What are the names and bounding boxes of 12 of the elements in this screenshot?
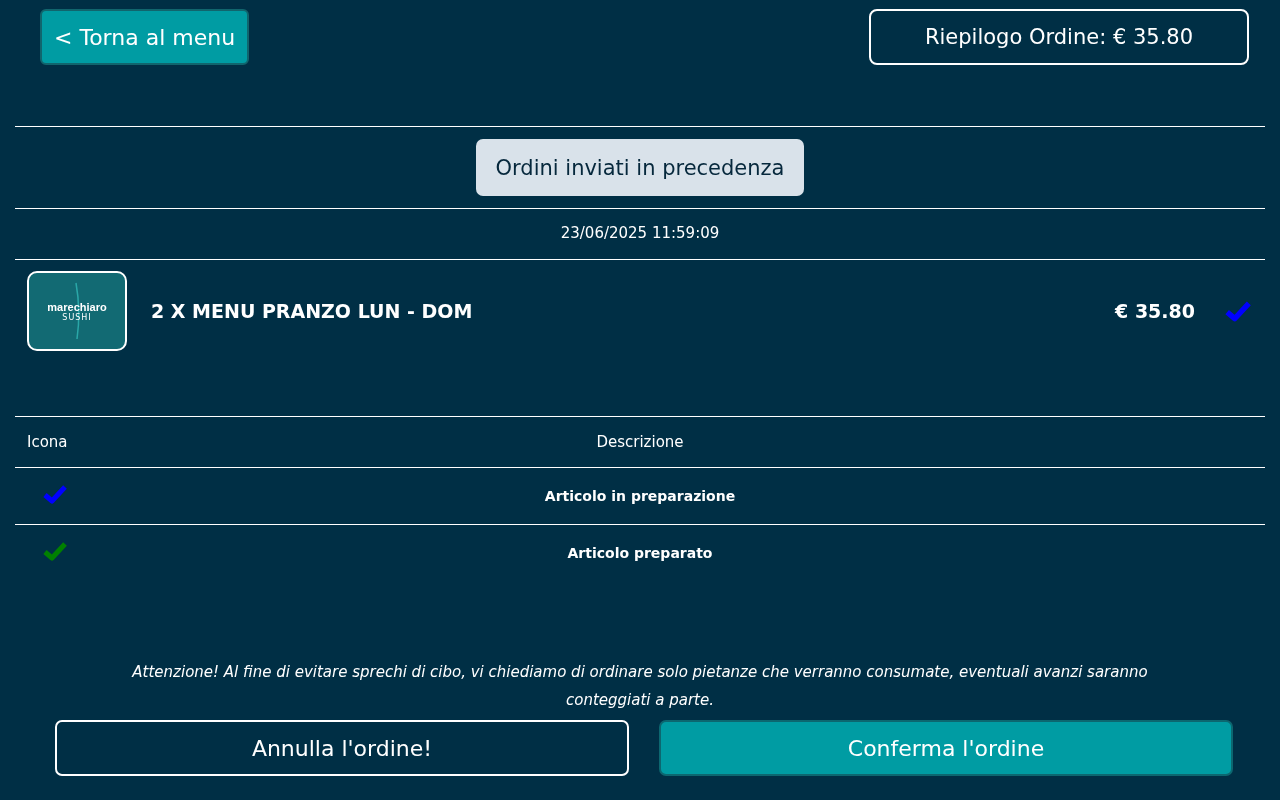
notice-text: Attenzione! Al fine di evitare sprechi di cibo, vi chiediamo di ordinare solo pietanze che verranno consumate, eventuali avanzi saranno conteggiati a parte.: [130, 662, 1149, 711]
order-item-price: € 35.80: [1115, 300, 1195, 322]
order-item-name: 2 X MENU PRANZO LUN - DOM: [151, 300, 474, 322]
order-summary-button[interactable]: Riepilogo Ordine: € 35.80: [869, 9, 1249, 65]
legend-label: Articolo in preparazione: [544, 488, 736, 504]
cancel-order-button[interactable]: Annulla l'ordine!: [55, 720, 629, 776]
column-header: Descrizione: [596, 433, 684, 451]
previous-orders-button[interactable]: Ordini inviati in precedenza: [475, 139, 805, 196]
order-timestamp: 23/06/2025 11:59:09: [560, 224, 720, 242]
legend-label: Articolo preparato: [567, 545, 713, 561]
column-header: Icona: [26, 433, 69, 451]
restaurant-logo: marechiaro SUSHI: [27, 271, 127, 351]
